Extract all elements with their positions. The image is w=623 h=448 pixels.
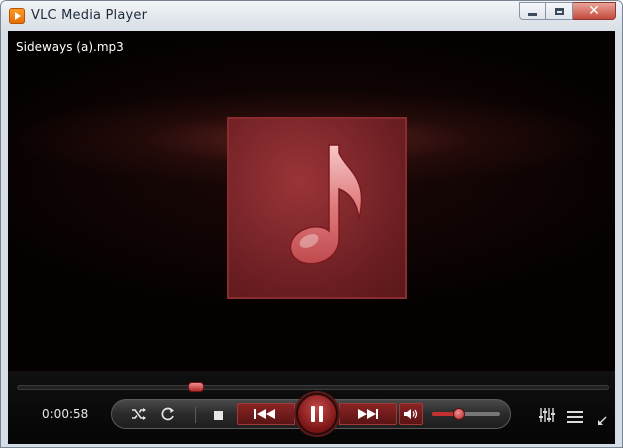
stop-icon <box>213 410 223 420</box>
player-area: Sideways (a).mp3 0:00:58 <box>8 31 615 444</box>
mute-button[interactable] <box>399 403 423 425</box>
seek-bar[interactable] <box>17 382 609 392</box>
minimal-view-button[interactable] <box>597 411 607 430</box>
stop-button[interactable] <box>210 407 226 423</box>
volume-handle[interactable] <box>452 408 465 420</box>
previous-track-icon <box>254 409 275 419</box>
shuffle-button[interactable] <box>129 405 149 423</box>
shuffle-icon <box>132 408 146 420</box>
now-playing-filename: Sideways (a).mp3 <box>16 40 124 54</box>
volume-slider[interactable] <box>432 408 500 420</box>
speaker-icon <box>404 409 418 419</box>
close-button[interactable]: ✕ <box>573 2 616 20</box>
window-title: VLC Media Player <box>31 8 148 23</box>
music-note-icon <box>289 144 363 265</box>
title-bar[interactable]: VLC Media Player ✕ <box>1 1 622 31</box>
minimize-icon <box>528 12 537 16</box>
album-art <box>227 117 407 299</box>
pause-icon <box>311 406 323 422</box>
vlc-cone-icon[interactable] <box>9 8 25 24</box>
transport-controls <box>111 393 511 435</box>
next-track-icon <box>358 409 378 419</box>
vlc-window: VLC Media Player ✕ Sideways (a).mp3 0:00… <box>0 0 623 448</box>
seek-handle[interactable] <box>188 382 204 392</box>
video-area[interactable]: Sideways (a).mp3 <box>8 31 615 371</box>
repeat-button[interactable] <box>158 405 178 423</box>
repeat-icon <box>161 407 174 421</box>
previous-button[interactable] <box>237 403 295 425</box>
close-icon: ✕ <box>588 3 600 19</box>
next-button[interactable] <box>339 403 397 425</box>
window-controls: ✕ <box>519 2 616 20</box>
playlist-icon <box>567 411 583 423</box>
maximize-button[interactable] <box>546 2 573 20</box>
control-bar: 0:00:58 <box>8 371 615 444</box>
equalizer-icon <box>539 408 555 422</box>
play-pause-button[interactable] <box>296 393 338 435</box>
controls-separator <box>195 407 196 423</box>
equalizer-button[interactable] <box>539 407 555 427</box>
minimize-button[interactable] <box>519 2 546 20</box>
playlist-button[interactable] <box>567 409 583 428</box>
collapse-arrow-icon <box>598 416 607 425</box>
maximize-icon <box>554 7 564 15</box>
elapsed-time: 0:00:58 <box>42 407 89 421</box>
